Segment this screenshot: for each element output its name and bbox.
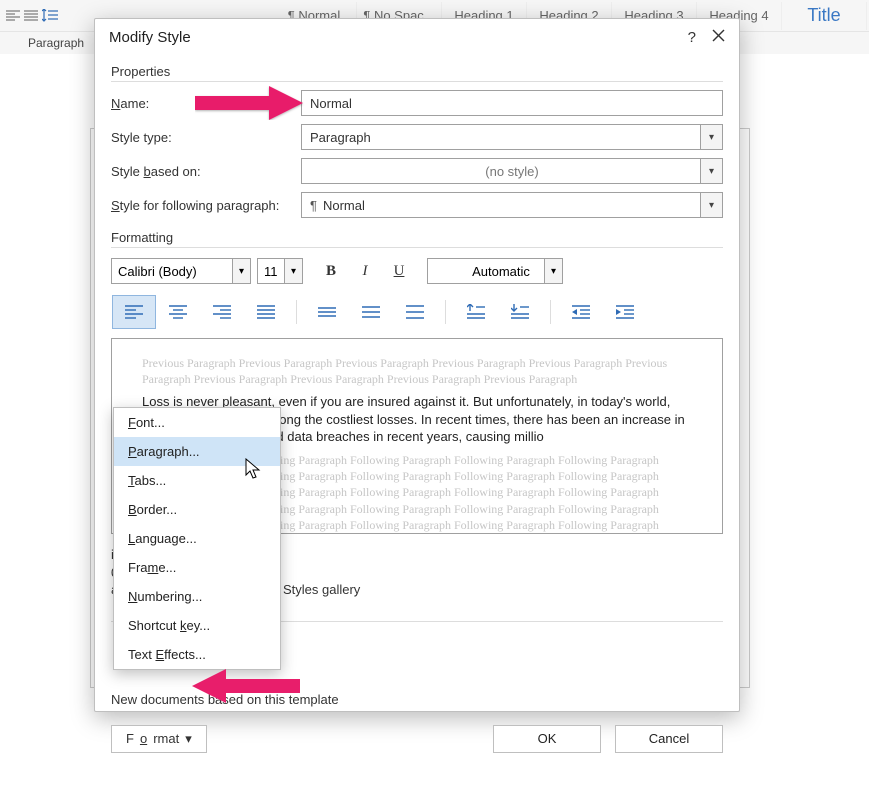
based-on-label: Style based on: [111,164,301,179]
ok-button[interactable]: OK [493,725,601,753]
following-value: Normal [323,198,365,213]
font-size-value: 11 [264,264,278,279]
chevron-down-icon: ▾ [700,193,722,217]
align-left-button[interactable] [112,295,156,329]
justify-icon[interactable] [24,5,38,27]
style-type-select[interactable]: Paragraph ▾ [301,124,723,150]
close-icon[interactable] [712,29,725,46]
based-on-select[interactable]: (no style) ▾ [301,158,723,184]
following-select[interactable]: ¶ Normal ▾ [301,192,723,218]
menu-item-border[interactable]: Border... [114,495,280,524]
bold-button[interactable]: B [317,258,345,284]
following-label: Style for following paragraph: [111,198,301,213]
help-icon[interactable]: ? [688,29,696,46]
spacing-single-button[interactable] [305,295,349,329]
decrease-indent-button[interactable] [559,295,603,329]
font-color-value: Automatic [472,264,530,279]
annotation-arrow [190,669,300,703]
chevron-down-icon: ▾ [700,125,722,149]
font-name-value: Calibri (Body) [118,264,197,279]
align-center-button[interactable] [156,295,200,329]
align-right-button[interactable] [200,295,244,329]
chevron-down-icon: ▾ [284,259,302,283]
spacing-double-button[interactable] [393,295,437,329]
paragraph-mark-icon: ¶ [310,198,317,213]
menu-item-shortcut[interactable]: Shortcut key... [114,611,280,640]
format-button[interactable]: Format ▾ [111,725,207,753]
space-before-dec-button[interactable] [498,295,542,329]
menu-item-frame[interactable]: Frame... [114,553,280,582]
chevron-down-icon: ▾ [544,259,562,283]
style-title[interactable]: Title [782,2,867,30]
spacing-15-button[interactable] [349,295,393,329]
menu-item-language[interactable]: Language... [114,524,280,553]
formatting-section: Formatting [111,230,723,248]
paragraph-group-label: Paragraph [28,36,84,50]
chevron-down-icon: ▾ [232,259,250,283]
cancel-button[interactable]: Cancel [615,725,723,753]
align-left-icon[interactable] [6,5,20,27]
italic-button[interactable]: I [351,258,379,284]
line-spacing-icon[interactable] [42,5,58,27]
style-type-value: Paragraph [310,130,371,145]
properties-section: Properties [111,64,723,82]
preview-previous: Previous Paragraph Previous Paragraph Pr… [142,355,692,387]
menu-item-numbering[interactable]: Numbering... [114,582,280,611]
mouse-cursor-icon [245,458,263,480]
style-type-label: Style type: [111,130,301,145]
name-input[interactable] [301,90,723,116]
based-on-value: (no style) [310,164,714,179]
caret-down-icon: ▾ [185,731,192,747]
underline-button[interactable]: U [385,258,413,284]
format-dropdown-menu[interactable]: Font... Paragraph... Tabs... Border... L… [113,407,281,670]
font-size-combo[interactable]: 11 ▾ [257,258,303,284]
menu-item-texteffects[interactable]: Text Effects... [114,640,280,669]
space-before-inc-button[interactable] [454,295,498,329]
chevron-down-icon: ▾ [700,159,722,183]
font-name-combo[interactable]: Calibri (Body) ▾ [111,258,251,284]
font-color-combo[interactable]: Automatic ▾ [427,258,563,284]
align-justify-button[interactable] [244,295,288,329]
annotation-arrow [195,86,305,120]
increase-indent-button[interactable] [603,295,647,329]
menu-item-font[interactable]: Font... [114,408,280,437]
dialog-title: Modify Style [109,29,191,46]
